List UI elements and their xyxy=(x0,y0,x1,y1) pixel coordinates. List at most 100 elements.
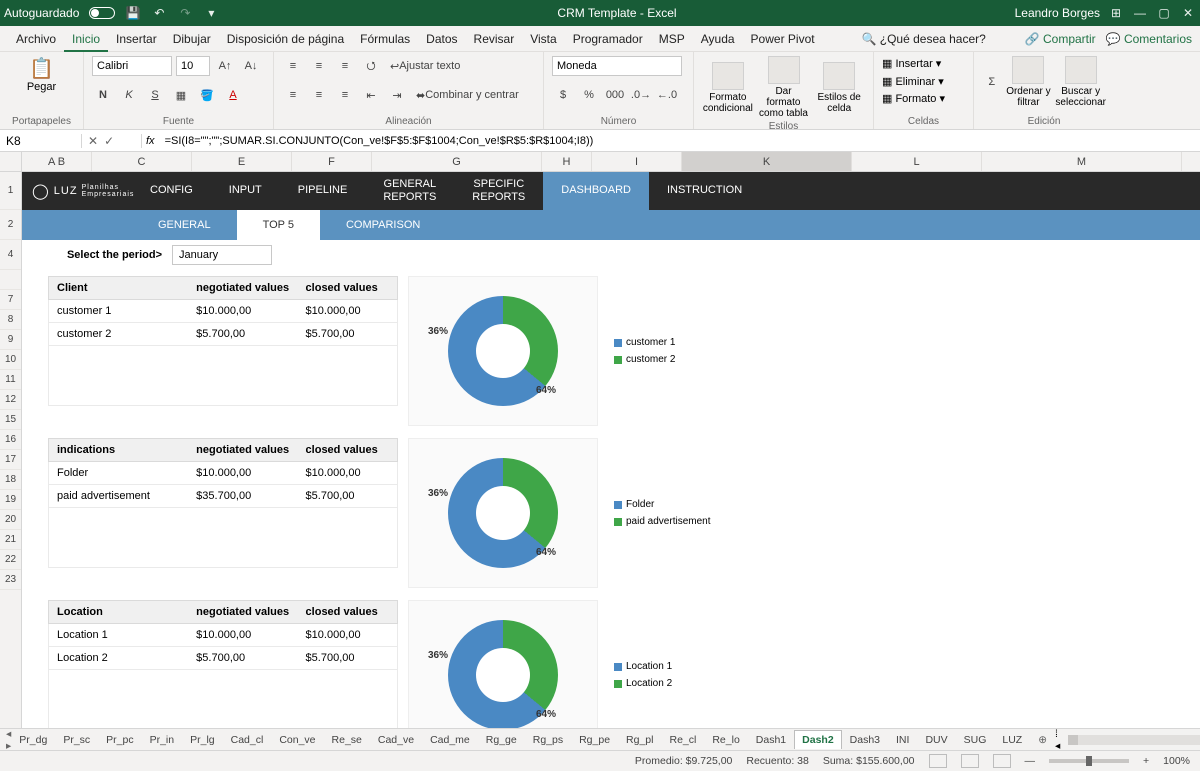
cell-styles-button[interactable]: Estilos de celda xyxy=(813,62,865,114)
sheet-tab-rg_pl[interactable]: Rg_pl xyxy=(618,730,661,749)
redo-icon[interactable]: ↷ xyxy=(177,5,193,21)
row-header[interactable] xyxy=(0,270,21,290)
menu-tab-insertar[interactable]: Insertar xyxy=(108,28,165,50)
page-break-view-icon[interactable] xyxy=(993,754,1011,768)
dash-nav-pipeline[interactable]: PIPELINE xyxy=(280,172,366,210)
font-color-button[interactable]: A xyxy=(222,85,244,105)
align-left-icon[interactable]: ≡ xyxy=(282,85,304,105)
tab-scroll-left-icon[interactable]: ⁞ ◂ xyxy=(1055,728,1066,752)
sort-filter-button[interactable]: Ordenar y filtrar xyxy=(1005,56,1051,108)
column-header[interactable]: L xyxy=(852,152,982,171)
menu-tab-power-pivot[interactable]: Power Pivot xyxy=(743,28,823,50)
sheet-tab-rg_ge[interactable]: Rg_ge xyxy=(478,730,525,749)
share-button[interactable]: 🔗 Compartir xyxy=(1025,32,1096,46)
zoom-in-icon[interactable]: + xyxy=(1143,755,1149,767)
row-header[interactable]: 21 xyxy=(0,530,21,550)
row-header[interactable]: 18 xyxy=(0,470,21,490)
delete-cells-button[interactable]: ▦ Eliminar ▾ xyxy=(882,74,965,92)
menu-tab-msp[interactable]: MSP xyxy=(651,28,693,50)
menu-tab-revisar[interactable]: Revisar xyxy=(466,28,523,50)
currency-icon[interactable]: $ xyxy=(552,85,574,105)
tell-me-search[interactable]: 🔍 ¿Qué desea hacer? xyxy=(861,32,985,46)
row-header[interactable]: 15 xyxy=(0,410,21,430)
align-center-icon[interactable]: ≡ xyxy=(308,85,330,105)
column-header[interactable]: G xyxy=(372,152,542,171)
normal-view-icon[interactable] xyxy=(929,754,947,768)
row-header[interactable]: 7 xyxy=(0,290,21,310)
menu-tab-dibujar[interactable]: Dibujar xyxy=(165,28,219,50)
row-header[interactable]: 12 xyxy=(0,390,21,410)
align-middle-icon[interactable]: ≡ xyxy=(308,56,330,76)
bold-button[interactable]: N xyxy=(92,85,114,105)
column-header[interactable]: F xyxy=(292,152,372,171)
close-icon[interactable]: ✕ xyxy=(1180,5,1196,21)
sheet-tab-pr_pc[interactable]: Pr_pc xyxy=(98,730,141,749)
underline-button[interactable]: S xyxy=(144,85,166,105)
zoom-level[interactable]: 100% xyxy=(1163,755,1190,767)
accept-formula-icon[interactable]: ✓ xyxy=(104,134,114,148)
row-header[interactable]: 4 xyxy=(0,240,21,270)
sheet-tab-ini[interactable]: INI xyxy=(888,730,917,749)
dash-nav-config[interactable]: CONFIG xyxy=(132,172,211,210)
comments-button[interactable]: 💬 Comentarios xyxy=(1106,32,1192,46)
sheet-tab-dash3[interactable]: Dash3 xyxy=(842,730,888,749)
menu-tab-ayuda[interactable]: Ayuda xyxy=(693,28,743,50)
row-header[interactable]: 19 xyxy=(0,490,21,510)
dash-nav-instruction[interactable]: INSTRUCTION xyxy=(649,172,760,210)
sheet-tab-re_cl[interactable]: Re_cl xyxy=(661,730,704,749)
merge-center-button[interactable]: ⬌ Combinar y centrar xyxy=(412,85,523,105)
cancel-formula-icon[interactable]: ✕ xyxy=(88,134,98,148)
period-select[interactable]: January xyxy=(172,245,272,265)
page-layout-view-icon[interactable] xyxy=(961,754,979,768)
subnav-general[interactable]: GENERAL xyxy=(132,210,237,240)
column-header[interactable]: H xyxy=(542,152,592,171)
row-header[interactable]: 22 xyxy=(0,550,21,570)
menu-tab-vista[interactable]: Vista xyxy=(522,28,564,50)
font-name-select[interactable] xyxy=(92,56,172,76)
column-header[interactable]: E xyxy=(192,152,292,171)
align-bottom-icon[interactable]: ≡ xyxy=(334,56,356,76)
save-icon[interactable]: 💾 xyxy=(125,5,141,21)
row-header[interactable]: 11 xyxy=(0,370,21,390)
column-header[interactable]: M xyxy=(982,152,1182,171)
sheet-tab-cad_ve[interactable]: Cad_ve xyxy=(370,730,422,749)
name-box[interactable]: K8 xyxy=(0,134,82,148)
row-header[interactable]: 23 xyxy=(0,570,21,590)
sheet-tab-sug[interactable]: SUG xyxy=(956,730,995,749)
align-top-icon[interactable]: ≡ xyxy=(282,56,304,76)
customize-qat-icon[interactable]: ▾ xyxy=(203,5,219,21)
column-header[interactable]: C xyxy=(92,152,192,171)
number-format-select[interactable] xyxy=(552,56,682,76)
minimize-icon[interactable]: — xyxy=(1132,5,1148,21)
row-header[interactable]: 1 xyxy=(0,172,21,210)
wrap-text-button[interactable]: ↩ Ajustar texto xyxy=(386,56,464,76)
sheet-tab-rg_ps[interactable]: Rg_ps xyxy=(525,730,571,749)
paste-button[interactable]: Pegar xyxy=(8,81,75,93)
column-header[interactable]: K xyxy=(682,152,852,171)
subnav-top-5[interactable]: TOP 5 xyxy=(237,210,320,240)
menu-tab-datos[interactable]: Datos xyxy=(418,28,465,50)
sheet-tab-dash2[interactable]: Dash2 xyxy=(794,730,842,749)
sheet-tab-pr_in[interactable]: Pr_in xyxy=(142,730,183,749)
sheet-tab-re_se[interactable]: Re_se xyxy=(324,730,370,749)
sheet-tab-duv[interactable]: DUV xyxy=(917,730,955,749)
row-header[interactable]: 8 xyxy=(0,310,21,330)
sheet-tab-rg_pe[interactable]: Rg_pe xyxy=(571,730,618,749)
find-select-button[interactable]: Buscar y seleccionar xyxy=(1055,56,1106,108)
sheet-tab-pr_lg[interactable]: Pr_lg xyxy=(182,730,223,749)
sheet-tab-re_lo[interactable]: Re_lo xyxy=(704,730,747,749)
conditional-format-button[interactable]: Formato condicional xyxy=(702,62,754,114)
menu-tab-fórmulas[interactable]: Fórmulas xyxy=(352,28,418,50)
sheet-tab-pr_dg[interactable]: Pr_dg xyxy=(11,730,55,749)
dash-nav-specific-reports[interactable]: SPECIFICREPORTS xyxy=(454,172,543,210)
sheet-tab-con_ve[interactable]: Con_ve xyxy=(271,730,323,749)
orientation-icon[interactable]: ⭯ xyxy=(360,56,382,76)
decrease-decimal-icon[interactable]: ←.0 xyxy=(656,85,678,105)
row-header[interactable]: 20 xyxy=(0,510,21,530)
autosum-icon[interactable]: Σ xyxy=(982,72,1001,92)
worksheet[interactable]: ◯ LUZ PlanilhasEmpresariais CONFIGINPUTP… xyxy=(22,172,1200,728)
zoom-slider[interactable] xyxy=(1049,759,1129,763)
insert-cells-button[interactable]: ▦ Insertar ▾ xyxy=(882,56,965,74)
fill-color-button[interactable]: 🪣 xyxy=(196,85,218,105)
sheet-tab-pr_sc[interactable]: Pr_sc xyxy=(55,730,98,749)
